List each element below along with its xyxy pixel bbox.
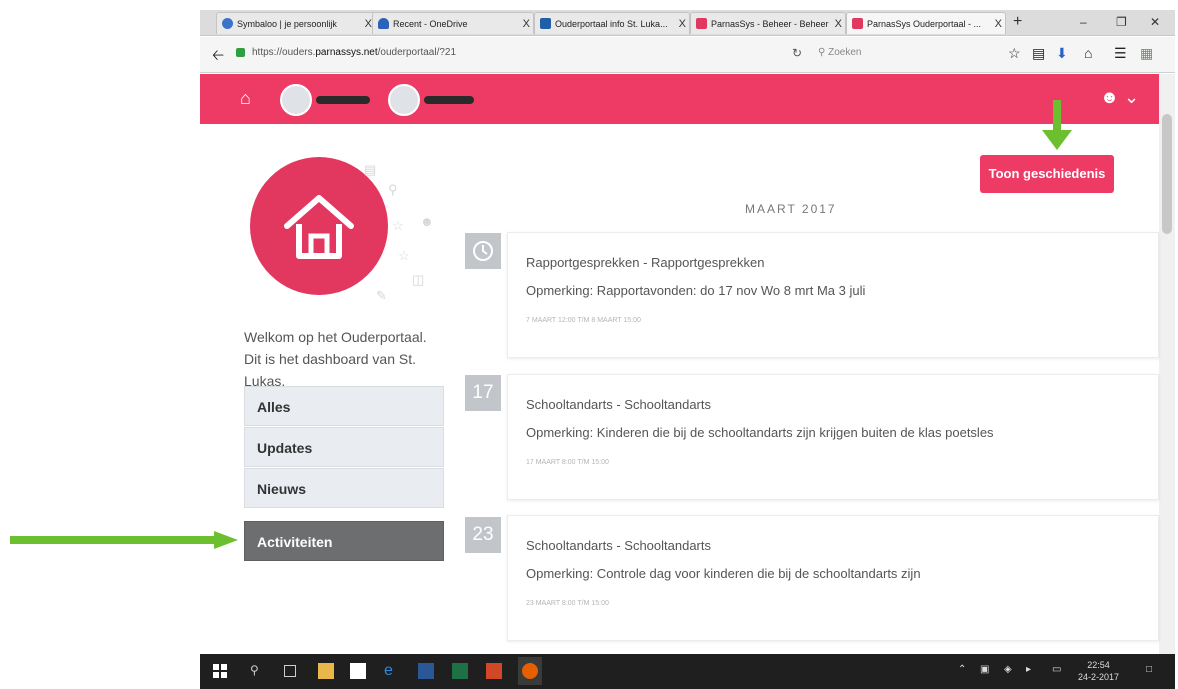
- close-tab-icon[interactable]: X: [679, 13, 686, 34]
- menu-item-nieuws[interactable]: Nieuws: [244, 468, 444, 508]
- firefox-icon[interactable]: [522, 663, 538, 679]
- tray-chevron-icon[interactable]: ⌃: [958, 664, 966, 675]
- close-tab-icon[interactable]: X: [365, 13, 372, 34]
- browser-tab-bar: Symbaloo | je persoonlijk X Recent - One…: [200, 10, 1175, 36]
- child-avatar[interactable]: [388, 84, 420, 116]
- child-avatar[interactable]: [280, 84, 312, 116]
- symbaloo-icon: [222, 18, 233, 29]
- network-icon[interactable]: ◈: [1004, 664, 1012, 675]
- redacted-name: [424, 96, 474, 104]
- bookmark-star-icon[interactable]: ☆: [1008, 45, 1021, 62]
- timeline-month: MAART 2017: [745, 202, 837, 216]
- event-date: 23 MAART 8:00 T/M 15:00: [526, 600, 609, 607]
- scrollbar-thumb[interactable]: [1162, 114, 1172, 234]
- onedrive-icon: [378, 18, 389, 29]
- edit-icon: ✎: [376, 288, 387, 303]
- event-card[interactable]: Schooltandarts - Schooltandarts Opmerkin…: [507, 515, 1159, 641]
- page-scrollbar[interactable]: [1159, 74, 1175, 654]
- browser-tab[interactable]: Symbaloo | je persoonlijk X: [216, 12, 376, 34]
- new-tab-button[interactable]: +: [1013, 10, 1022, 34]
- browser-tab[interactable]: Ouderportaal info St. Luka... X: [534, 12, 690, 34]
- home-icon[interactable]: ⌂: [240, 88, 251, 109]
- windows-taskbar: ⚲ e ⌃ ▣ ◈ ▸ ▭ 22:54 24-2-2017 □: [200, 654, 1175, 689]
- house-icon: [284, 195, 354, 259]
- event-date-badge: 23: [465, 517, 501, 553]
- search-field[interactable]: ⚲ Zoeken: [818, 47, 861, 58]
- excel-icon[interactable]: [452, 663, 468, 679]
- person-icon: ☻: [420, 214, 434, 229]
- browser-tab[interactable]: Recent - OneDrive X: [372, 12, 534, 34]
- close-tab-icon[interactable]: X: [835, 13, 842, 34]
- reading-list-icon[interactable]: ▤: [1032, 45, 1045, 62]
- keyboard-icon[interactable]: ▭: [1052, 664, 1061, 675]
- welcome-text: Welkom op het Ouderportaal. Dit is het d…: [244, 329, 427, 389]
- back-arrow-icon[interactable]: 🡠: [212, 45, 224, 70]
- show-history-button[interactable]: Toon geschiedenis: [980, 155, 1114, 193]
- menu-item-activiteiten[interactable]: Activiteiten: [244, 521, 444, 561]
- decorative-icon: ⚲: [388, 182, 398, 197]
- powerpoint-icon[interactable]: [486, 663, 502, 679]
- url-field[interactable]: https://ouders.parnassys.net/ouderportaa…: [252, 47, 456, 58]
- browser-tab-active[interactable]: ParnasSys Ouderportaal - ... X: [846, 12, 1006, 34]
- event-note: Opmerking: Rapportavonden: do 17 nov Wo …: [526, 283, 866, 298]
- download-icon[interactable]: ⬇: [1056, 45, 1068, 62]
- task-view-icon[interactable]: [284, 665, 296, 677]
- chat-icon: ◫: [412, 272, 425, 287]
- search-icon[interactable]: ⚲: [250, 663, 266, 679]
- site-icon: [540, 18, 551, 29]
- green-arrow-down-icon: [1042, 100, 1072, 150]
- green-arrow-right-icon: [10, 531, 238, 549]
- menu-item-alles[interactable]: Alles: [244, 386, 444, 426]
- app-header: ⌂ ☻ ⌄: [200, 74, 1159, 124]
- event-note: Opmerking: Controle dag voor kinderen di…: [526, 566, 921, 581]
- close-tab-icon[interactable]: X: [995, 13, 1002, 34]
- battery-icon[interactable]: ▣: [980, 664, 989, 675]
- event-note: Opmerking: Kinderen die bij de schooltan…: [526, 425, 994, 440]
- browser-tab[interactable]: ParnasSys - Beheer - Beheer X: [690, 12, 846, 34]
- event-title: Schooltandarts - Schooltandarts: [526, 397, 711, 412]
- clock-icon: [473, 241, 493, 261]
- user-menu-icon[interactable]: ☻ ⌄: [1100, 87, 1139, 108]
- event-date: 17 MAART 8:00 T/M 15:00: [526, 459, 609, 466]
- event-title: Schooltandarts - Schooltandarts: [526, 538, 711, 553]
- event-card[interactable]: Rapportgesprekken - Rapportgesprekken Op…: [507, 232, 1159, 358]
- event-date: 7 MAART 12:00 T/M 8 MAART 15:00: [526, 317, 641, 324]
- parnassys-icon: [852, 18, 863, 29]
- restore-icon[interactable]: ❐: [1116, 10, 1127, 34]
- file-explorer-icon[interactable]: [318, 663, 334, 679]
- menu-icon[interactable]: ☰: [1114, 45, 1127, 62]
- minimize-icon[interactable]: –: [1080, 10, 1087, 34]
- star-icon: ☆: [392, 218, 404, 233]
- volume-icon[interactable]: ▸: [1026, 664, 1031, 675]
- parnassys-icon: [696, 18, 707, 29]
- event-date-badge: 17: [465, 375, 501, 411]
- reload-icon[interactable]: ↻: [792, 46, 802, 60]
- event-title: Rapportgesprekken - Rapportgesprekken: [526, 255, 765, 270]
- decorative-icon: ▤: [364, 162, 377, 177]
- browser-url-bar: 🡠 https://ouders.parnassys.net/ouderport…: [200, 37, 1175, 73]
- event-card[interactable]: Schooltandarts - Schooltandarts Opmerkin…: [507, 374, 1159, 500]
- home-toolbar-icon[interactable]: ⌂: [1084, 45, 1092, 61]
- system-clock[interactable]: 22:54 24-2-2017: [1078, 659, 1119, 683]
- window-close-icon[interactable]: ✕: [1150, 10, 1160, 34]
- menu-item-updates[interactable]: Updates: [244, 427, 444, 467]
- redacted-name: [316, 96, 370, 104]
- word-icon[interactable]: [418, 663, 434, 679]
- edge-icon[interactable]: e: [384, 663, 400, 679]
- star-icon: ☆: [398, 248, 410, 263]
- store-icon[interactable]: [350, 663, 366, 679]
- notifications-icon[interactable]: □: [1146, 664, 1152, 675]
- windows-start-icon[interactable]: [212, 663, 228, 679]
- close-tab-icon[interactable]: X: [523, 13, 530, 34]
- extension-icon[interactable]: ▦: [1140, 45, 1153, 62]
- lock-icon: [236, 48, 245, 57]
- event-date-badge: [465, 233, 501, 269]
